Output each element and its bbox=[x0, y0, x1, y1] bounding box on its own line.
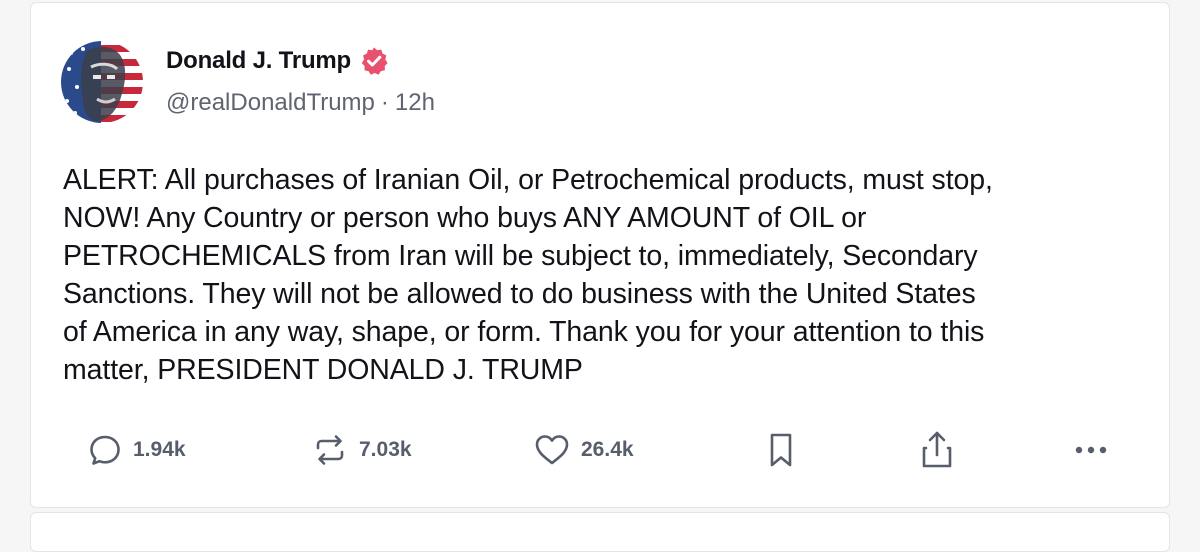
author-handle[interactable]: @realDonaldTrump bbox=[166, 89, 375, 117]
avatar-image bbox=[61, 41, 143, 123]
reply-icon bbox=[87, 432, 123, 468]
post-timestamp[interactable]: 12h bbox=[395, 89, 435, 117]
more-options-button[interactable] bbox=[1071, 428, 1111, 472]
repost-icon bbox=[311, 431, 349, 469]
like-icon bbox=[533, 432, 571, 468]
next-post-card bbox=[30, 512, 1170, 552]
author-row: Donald J. Trump bbox=[166, 43, 389, 79]
like-count: 26.4k bbox=[581, 438, 634, 461]
bookmark-button[interactable] bbox=[763, 428, 799, 472]
post-text: ALERT: All purchases of Iranian Oil, or … bbox=[63, 164, 993, 386]
post-meta: @realDonaldTrump · 12h bbox=[166, 89, 435, 117]
meta-separator: · bbox=[380, 89, 389, 116]
reply-button[interactable]: 1.94k bbox=[87, 428, 186, 472]
post-card: Donald J. Trump @realDonaldTrump · 12h A… bbox=[30, 2, 1170, 508]
avatar[interactable] bbox=[61, 41, 143, 123]
reply-count: 1.94k bbox=[133, 438, 186, 461]
post-actions: 1.94k 7.03k 26.4k bbox=[31, 428, 1169, 472]
like-button[interactable]: 26.4k bbox=[533, 428, 634, 472]
repost-button[interactable]: 7.03k bbox=[311, 428, 412, 472]
bookmark-icon bbox=[763, 430, 799, 470]
author-name[interactable]: Donald J. Trump bbox=[166, 47, 351, 75]
more-icon bbox=[1071, 440, 1111, 460]
repost-count: 7.03k bbox=[359, 438, 412, 461]
share-button[interactable] bbox=[918, 428, 956, 472]
share-icon bbox=[918, 429, 956, 471]
verified-badge-icon bbox=[359, 46, 389, 76]
